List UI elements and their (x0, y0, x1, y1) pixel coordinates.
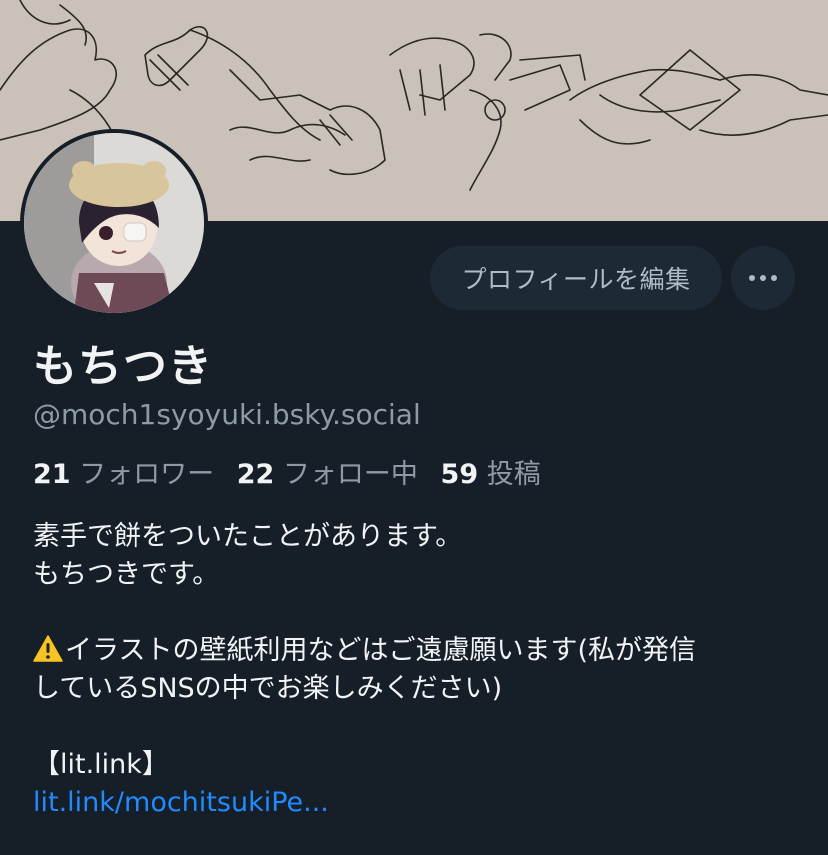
edit-profile-button[interactable]: プロフィールを編集 (430, 246, 722, 310)
warning-icon (33, 635, 63, 662)
following-stat[interactable]: 22 フォロー中 (237, 459, 418, 490)
posts-count: 59 (440, 459, 479, 490)
followers-count: 21 (33, 459, 71, 490)
bio-link[interactable]: lit.link/mochitsukiPe... (33, 787, 329, 818)
bio-line: もちつきです。 (33, 559, 220, 590)
posts-label: 投稿 (486, 459, 541, 490)
bio-warning-line: イラストの壁紙利用などはご遠慮願います(私が発信 (33, 632, 803, 670)
followers-label: フォロワー (79, 459, 215, 490)
ellipsis-icon-dot (771, 275, 777, 281)
profile-stats: 21 フォロワー 22 フォロー中 59 投稿 (33, 452, 541, 491)
bio-blank-line (33, 594, 803, 632)
display-name: もちつき (33, 341, 213, 392)
ellipsis-icon-dot (760, 275, 766, 281)
plush-doll-avatar-image (24, 133, 204, 313)
bio-warning-text: イラストの壁紙利用などはご遠慮願います(私が発信 (65, 635, 696, 666)
followers-stat[interactable]: 21 フォロワー (33, 459, 214, 490)
more-options-button[interactable] (731, 246, 795, 310)
bio-line: しているSNSの中でお楽しみください) (33, 673, 503, 704)
user-handle: @moch1syoyuki.bsky.social (33, 398, 421, 431)
profile-avatar[interactable] (20, 129, 208, 317)
ellipsis-icon (749, 275, 755, 281)
following-label: フォロー中 (282, 459, 418, 490)
bio-blank-line (33, 708, 803, 746)
profile-bio: 素手で餅をついたことがあります。 もちつきです。 イラストの壁紙利用などはご遠慮… (33, 518, 803, 822)
bio-line: 素手で餅をついたことがあります。 (33, 521, 463, 552)
bio-line: 【lit.link】 (33, 749, 169, 780)
posts-stat: 59 投稿 (441, 459, 541, 490)
following-count: 22 (236, 459, 275, 490)
